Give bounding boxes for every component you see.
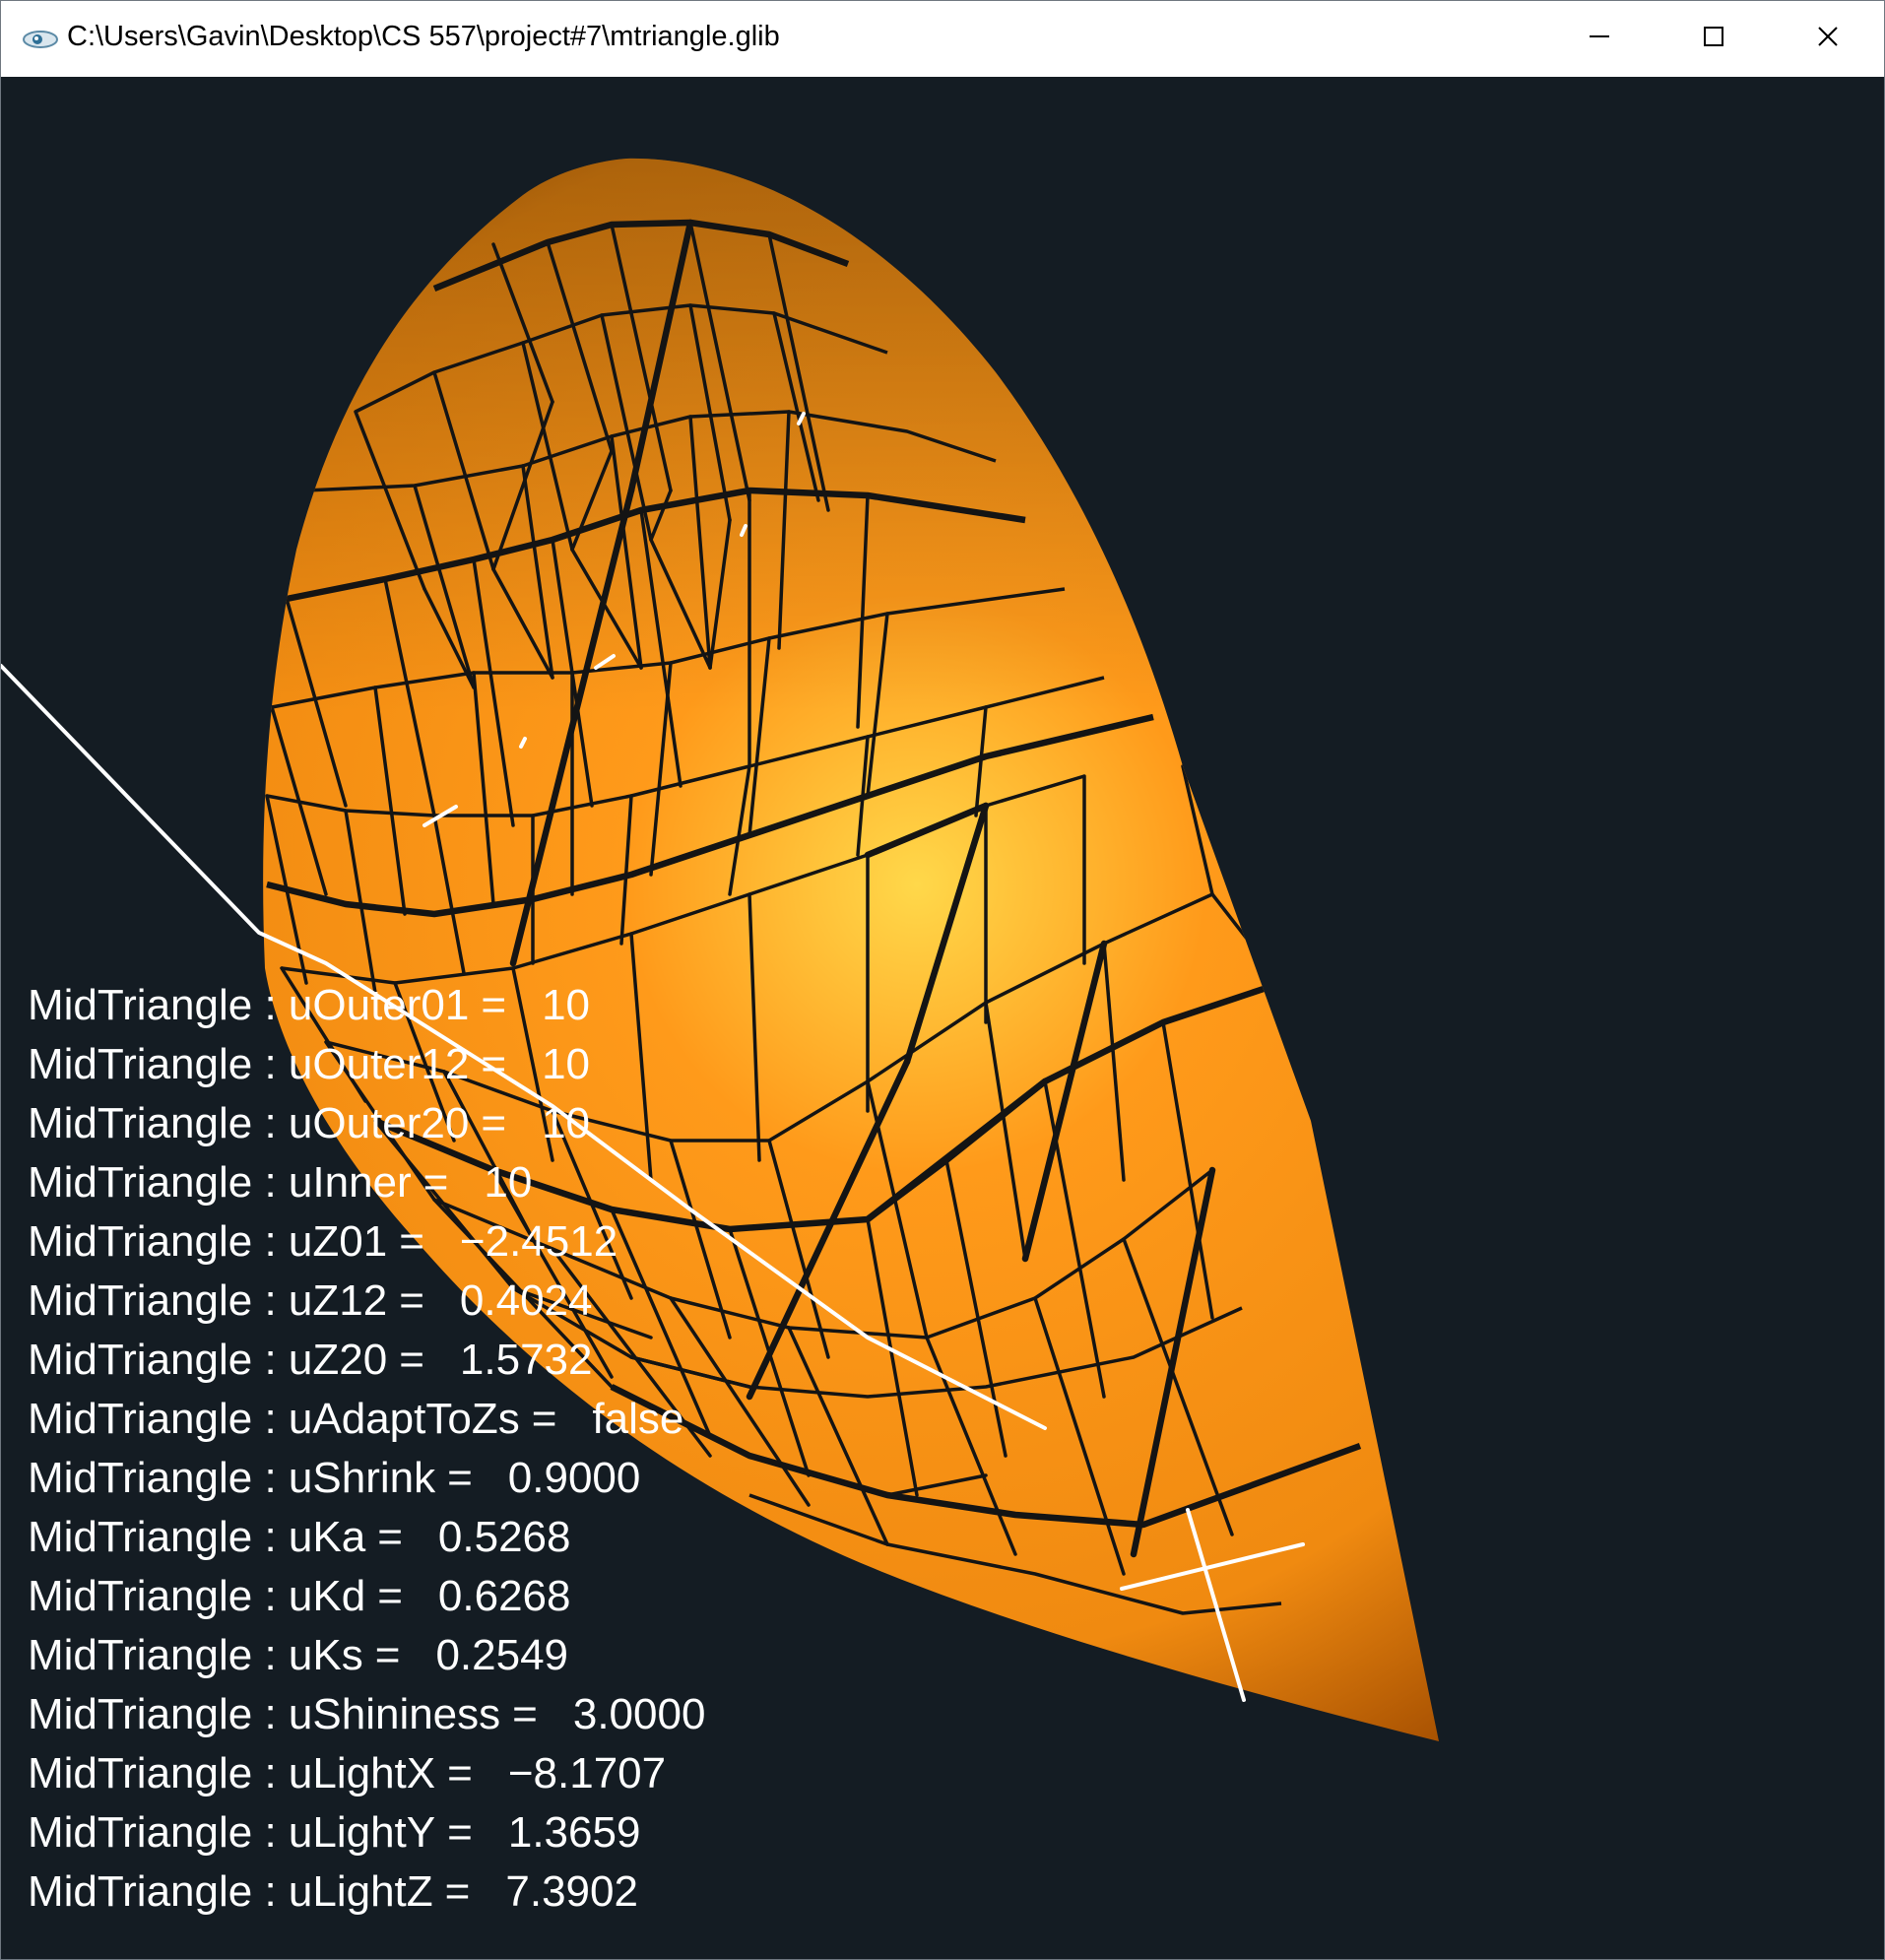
maximize-icon: [1703, 26, 1724, 52]
uniform-equals: =: [399, 1276, 424, 1325]
uniform-values-overlay: MidTriangle : uOuter01 = 10 MidTriangle : u…: [28, 976, 705, 1922]
uniform-equals: =: [447, 1749, 473, 1797]
uniform-value: 1.5732: [459, 1336, 593, 1384]
uniform-row: MidTriangle : uKs = 0.2549: [28, 1626, 705, 1685]
uniform-equals: =: [447, 1808, 473, 1857]
uniform-equals: =: [512, 1690, 538, 1738]
uniform-equals: =: [377, 1572, 403, 1620]
uniform-value: −8.1707: [507, 1749, 667, 1797]
uniform-equals: =: [399, 1336, 424, 1384]
uniform-row: MidTriangle : uLightZ = 7.3902: [28, 1862, 705, 1922]
uniform-equals: =: [481, 1040, 507, 1088]
uniform-value: 10: [542, 1099, 591, 1147]
uniform-name: MidTriangle : uKa: [28, 1513, 366, 1561]
uniform-value: 0.6268: [437, 1572, 571, 1620]
uniform-row: MidTriangle : uOuter12 = 10: [28, 1035, 705, 1094]
uniform-name: MidTriangle : uOuter20: [28, 1099, 470, 1147]
uniform-equals: =: [481, 981, 507, 1029]
uniform-row: MidTriangle : uLightX = −8.1707: [28, 1744, 705, 1803]
uniform-name: MidTriangle : uZ20: [28, 1336, 388, 1384]
uniform-equals: =: [377, 1513, 403, 1561]
uniform-equals: =: [531, 1395, 557, 1443]
uniform-value: 0.4024: [459, 1276, 593, 1325]
window-title: C:\Users\Gavin\Desktop\CS 557\project#7\…: [67, 21, 780, 52]
uniform-name: MidTriangle : uShrink: [28, 1454, 436, 1502]
uniform-name: MidTriangle : uAdaptToZs: [28, 1395, 520, 1443]
uniform-value: 10: [484, 1158, 533, 1207]
uniform-value: false: [592, 1395, 684, 1443]
maximize-button[interactable]: [1657, 1, 1771, 77]
uniform-name: MidTriangle : uShininess: [28, 1690, 501, 1738]
uniform-equals: =: [422, 1158, 449, 1207]
uniform-row: MidTriangle : uOuter20 = 10: [28, 1094, 705, 1153]
uniform-value: 3.0000: [572, 1690, 706, 1738]
glman-eye-icon: [21, 25, 60, 54]
minimize-button[interactable]: [1542, 1, 1657, 77]
uniform-row: MidTriangle : uAdaptToZs = false: [28, 1390, 705, 1449]
uniform-equals: =: [444, 1867, 471, 1916]
uniform-name: MidTriangle : uLightZ: [28, 1867, 433, 1916]
uniform-value: 7.3902: [505, 1867, 638, 1916]
uniform-name: MidTriangle : uLightX: [28, 1749, 436, 1797]
uniform-row: MidTriangle : uZ12 = 0.4024: [28, 1272, 705, 1331]
uniform-row: MidTriangle : uKd = 0.6268: [28, 1567, 705, 1626]
uniform-row: MidTriangle : uInner = 10: [28, 1153, 705, 1212]
uniform-name: MidTriangle : uKs: [28, 1631, 363, 1679]
uniform-equals: =: [481, 1099, 507, 1147]
minimize-icon: [1589, 26, 1610, 52]
uniform-equals: =: [447, 1454, 473, 1502]
uniform-name: MidTriangle : uOuter01: [28, 981, 470, 1029]
uniform-value: 10: [542, 981, 591, 1029]
uniform-row: MidTriangle : uShininess = 3.0000: [28, 1685, 705, 1744]
uniform-value: 10: [542, 1040, 591, 1088]
uniform-value: 0.2549: [435, 1631, 569, 1679]
uniform-name: MidTriangle : uOuter12: [28, 1040, 470, 1088]
uniform-row: MidTriangle : uZ20 = 1.5732: [28, 1331, 705, 1390]
title-bar[interactable]: C:\Users\Gavin\Desktop\CS 557\project#7\…: [1, 1, 1884, 77]
uniform-name: MidTriangle : uKd: [28, 1572, 366, 1620]
uniform-equals: =: [399, 1217, 424, 1266]
uniform-row: MidTriangle : uKa = 0.5268: [28, 1508, 705, 1567]
uniform-name: MidTriangle : uZ12: [28, 1276, 388, 1325]
uniform-name: MidTriangle : uInner: [28, 1158, 412, 1207]
uniform-row: MidTriangle : uLightY = 1.3659: [28, 1803, 705, 1862]
close-button[interactable]: [1771, 1, 1884, 77]
app-window: C:\Users\Gavin\Desktop\CS 557\project#7\…: [0, 0, 1885, 1960]
uniform-value: 0.9000: [507, 1454, 641, 1502]
uniform-row: MidTriangle : uOuter01 = 10: [28, 976, 705, 1035]
uniform-row: MidTriangle : uZ01 = −2.4512: [28, 1212, 705, 1272]
uniform-equals: =: [374, 1631, 401, 1679]
render-viewport[interactable]: MidTriangle : uOuter01 = 10 MidTriangle : u…: [1, 77, 1884, 1959]
uniform-value: −2.4512: [459, 1217, 618, 1266]
uniform-name: MidTriangle : uZ01: [28, 1217, 388, 1266]
uniform-name: MidTriangle : uLightY: [28, 1808, 436, 1857]
close-icon: [1817, 26, 1839, 52]
uniform-row: MidTriangle : uShrink = 0.9000: [28, 1449, 705, 1508]
uniform-value: 0.5268: [437, 1513, 571, 1561]
uniform-value: 1.3659: [507, 1808, 641, 1857]
